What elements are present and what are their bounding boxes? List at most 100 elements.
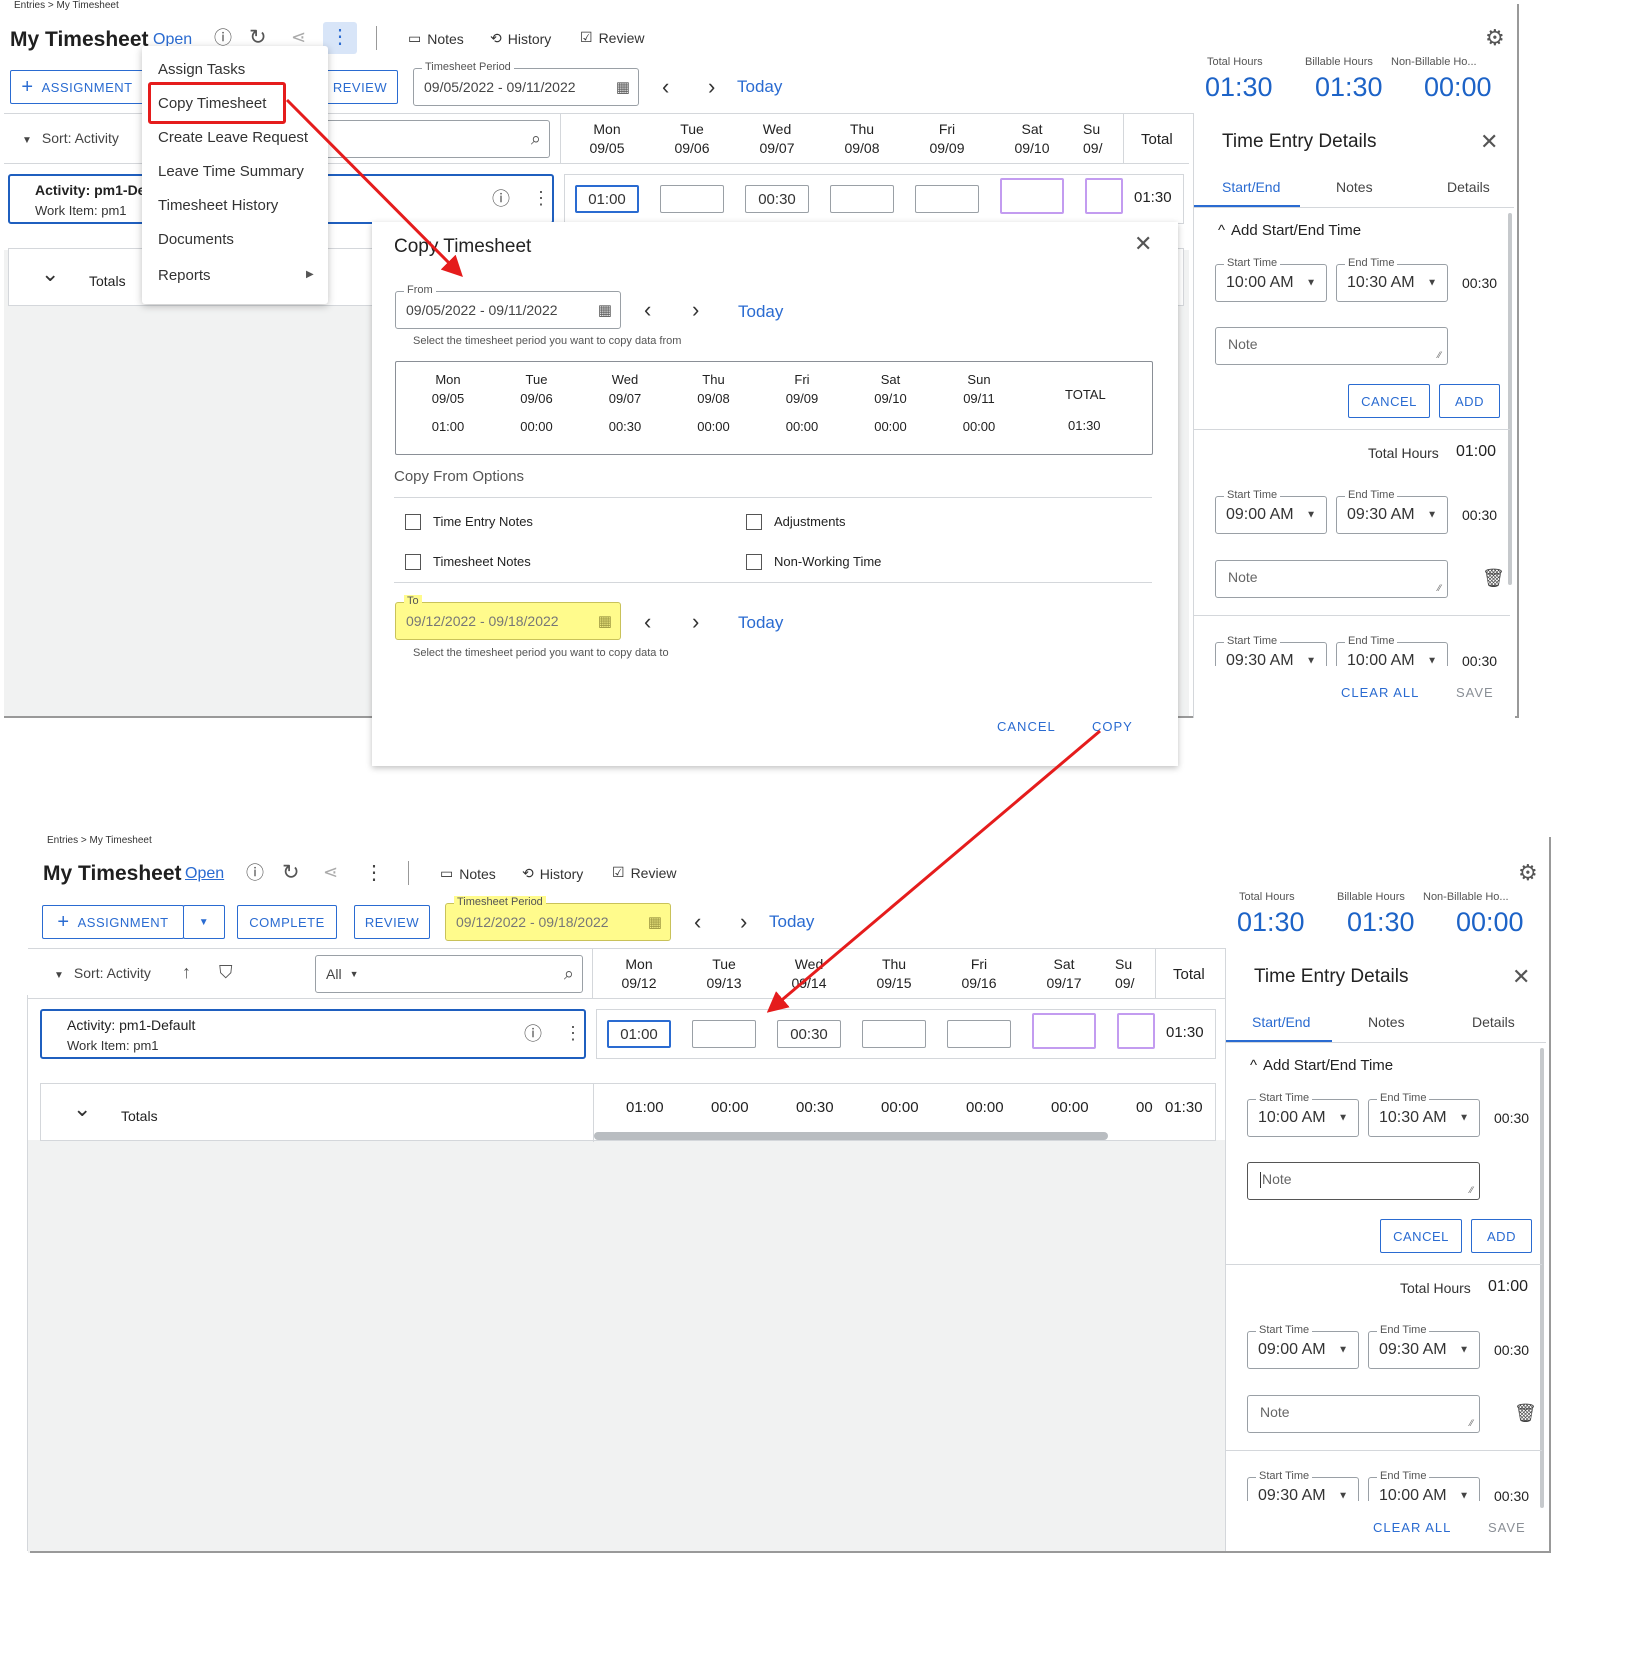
- gear-icon[interactable]: ⚙: [1485, 27, 1505, 49]
- entry1-end-select[interactable]: End Time 09:30 AM ▼: [1368, 1324, 1480, 1369]
- time-cell[interactable]: [1117, 1013, 1155, 1049]
- assignment-button[interactable]: + ASSIGNMENT: [10, 70, 144, 104]
- panel-scrollbar[interactable]: [1508, 213, 1512, 585]
- tab-notes[interactable]: Notes: [1368, 1014, 1405, 1030]
- sort-control[interactable]: ▼ Sort: Activity: [54, 965, 151, 981]
- review-action-button[interactable]: REVIEW: [354, 905, 430, 939]
- share-icon[interactable]: ⋖: [323, 863, 338, 881]
- time-cell[interactable]: 01:00: [575, 185, 639, 213]
- today-link[interactable]: Today: [769, 912, 814, 932]
- time-cell[interactable]: 01:00: [607, 1020, 671, 1048]
- breadcrumb[interactable]: Entries > My Timesheet: [47, 835, 152, 846]
- status-link[interactable]: Open: [185, 865, 224, 883]
- entry2-start-select[interactable]: Start Time 09:30 AM ▼: [1247, 1470, 1359, 1501]
- time-cell[interactable]: [1000, 178, 1064, 214]
- more-icon[interactable]: ⋮: [364, 863, 384, 883]
- dialog-close-icon[interactable]: ✕: [1134, 231, 1152, 257]
- time-cell[interactable]: [862, 1020, 926, 1048]
- new-note-input[interactable]: Note ⁄⁄: [1215, 327, 1448, 365]
- prev-period-icon[interactable]: ‹: [694, 909, 701, 935]
- menu-item-copy-timesheet[interactable]: Copy Timesheet: [158, 95, 266, 112]
- from-period-field[interactable]: From 09/05/2022 - 09/11/2022 ▦: [395, 284, 621, 329]
- sort-direction-icon[interactable]: ↑: [182, 963, 191, 981]
- tab-details[interactable]: Details: [1447, 179, 1490, 195]
- share-icon[interactable]: ⋖: [291, 28, 306, 46]
- entry1-end-select[interactable]: End Time 09:30 AM ▼: [1336, 489, 1448, 534]
- details-cancel-button[interactable]: CANCEL: [1348, 384, 1430, 418]
- calendar-icon[interactable]: ▦: [598, 612, 612, 630]
- time-cell[interactable]: [915, 185, 979, 213]
- tab-start-end[interactable]: Start/End: [1252, 1014, 1310, 1030]
- tab-notes[interactable]: Notes: [1336, 179, 1373, 195]
- add-section-toggle[interactable]: ^ Add Start/End Time: [1218, 222, 1361, 239]
- timesheet-period-field[interactable]: Timesheet Period 09/12/2022 - 09/18/2022…: [445, 896, 671, 941]
- timesheet-period-field[interactable]: Timesheet Period 09/05/2022 - 09/11/2022…: [413, 61, 639, 106]
- breadcrumb[interactable]: Entries > My Timesheet: [14, 0, 119, 11]
- dialog-cancel-button[interactable]: CANCEL: [997, 719, 1056, 734]
- dialog-copy-button[interactable]: COPY: [1092, 719, 1133, 734]
- chevron-down-icon[interactable]: ⌄: [41, 261, 59, 287]
- activity-more-icon[interactable]: ⋮: [532, 189, 550, 207]
- next-period-icon[interactable]: ›: [708, 74, 715, 100]
- history-button[interactable]: ⟲ History: [490, 30, 551, 47]
- time-cell[interactable]: 00:30: [777, 1020, 841, 1048]
- panel-scrollbar[interactable]: [1540, 1048, 1544, 1508]
- refresh-icon[interactable]: ↻: [249, 27, 267, 48]
- search-input[interactable]: ⌕: [310, 120, 550, 158]
- time-cell[interactable]: [830, 185, 894, 213]
- menu-item-timesheet-history[interactable]: Timesheet History: [158, 197, 278, 214]
- entry1-note-input[interactable]: Note ⁄⁄: [1215, 560, 1448, 598]
- assignment-dropdown-button[interactable]: ▼: [183, 905, 225, 939]
- timesheet-notes-checkbox[interactable]: [405, 554, 421, 570]
- more-icon-button[interactable]: ⋮: [323, 22, 357, 54]
- sort-control[interactable]: ▼ Sort: Activity: [22, 130, 119, 146]
- to-next-icon[interactable]: ›: [692, 609, 699, 635]
- time-entry-notes-checkbox[interactable]: [405, 514, 421, 530]
- from-today-link[interactable]: Today: [738, 302, 783, 322]
- menu-item-leave-time-summary[interactable]: Leave Time Summary: [158, 163, 304, 180]
- activity-info-icon[interactable]: ⓘ: [492, 190, 510, 208]
- info-icon[interactable]: ⓘ: [214, 29, 232, 47]
- from-prev-icon[interactable]: ‹: [644, 297, 651, 323]
- details-cancel-button[interactable]: CANCEL: [1380, 1219, 1462, 1253]
- prev-period-icon[interactable]: ‹: [662, 74, 669, 100]
- next-period-icon[interactable]: ›: [740, 909, 747, 935]
- calendar-icon[interactable]: ▦: [616, 78, 630, 96]
- gear-icon[interactable]: ⚙: [1518, 862, 1538, 884]
- from-next-icon[interactable]: ›: [692, 297, 699, 323]
- info-icon[interactable]: ⓘ: [246, 864, 264, 882]
- activity-card[interactable]: Activity: pm1-Default Work Item: pm1 ⓘ ⋮: [40, 1009, 586, 1059]
- search-input[interactable]: All ▼ ⌕: [315, 955, 583, 993]
- clear-all-button[interactable]: CLEAR ALL: [1341, 685, 1419, 700]
- review-button[interactable]: ☑ Review: [580, 29, 644, 46]
- entry2-end-select[interactable]: End Time 10:00 AM ▼: [1368, 1470, 1480, 1501]
- save-button[interactable]: SAVE: [1488, 1520, 1526, 1535]
- calendar-icon[interactable]: ▦: [648, 913, 662, 931]
- to-period-field[interactable]: To 09/12/2022 - 09/18/2022 ▦: [395, 595, 621, 640]
- to-today-link[interactable]: Today: [738, 613, 783, 633]
- adjustments-checkbox[interactable]: [746, 514, 762, 530]
- review-action-button[interactable]: REVIEW: [322, 70, 398, 104]
- new-start-time-select[interactable]: Start Time 10:00 AM ▼: [1247, 1092, 1359, 1137]
- entry1-note-input[interactable]: Note ⁄⁄: [1247, 1395, 1480, 1433]
- time-cell[interactable]: 00:30: [745, 185, 809, 213]
- menu-item-documents[interactable]: Documents: [158, 231, 234, 248]
- new-end-time-select[interactable]: End Time 10:30 AM ▼: [1368, 1092, 1480, 1137]
- time-cell[interactable]: [692, 1020, 756, 1048]
- menu-item-reports[interactable]: Reports: [158, 267, 211, 284]
- today-link[interactable]: Today: [737, 77, 782, 97]
- details-add-button[interactable]: ADD: [1471, 1219, 1532, 1253]
- new-start-time-select[interactable]: Start Time 10:00 AM ▼: [1215, 257, 1327, 302]
- notes-button[interactable]: ▭ Notes: [440, 865, 496, 882]
- time-cell[interactable]: [1085, 178, 1123, 214]
- menu-item-assign-tasks[interactable]: Assign Tasks: [158, 61, 245, 78]
- time-cell[interactable]: [660, 185, 724, 213]
- calendar-icon[interactable]: ▦: [598, 301, 612, 319]
- entry1-start-select[interactable]: Start Time 09:00 AM ▼: [1247, 1324, 1359, 1369]
- entry1-start-select[interactable]: Start Time 09:00 AM ▼: [1215, 489, 1327, 534]
- notes-button[interactable]: ▭ Notes: [408, 30, 464, 47]
- menu-item-create-leave-request[interactable]: Create Leave Request: [158, 129, 308, 146]
- time-cell[interactable]: [947, 1020, 1011, 1048]
- entry2-end-select[interactable]: End Time 10:00 AM ▼: [1336, 635, 1448, 666]
- clear-all-button[interactable]: CLEAR ALL: [1373, 1520, 1451, 1535]
